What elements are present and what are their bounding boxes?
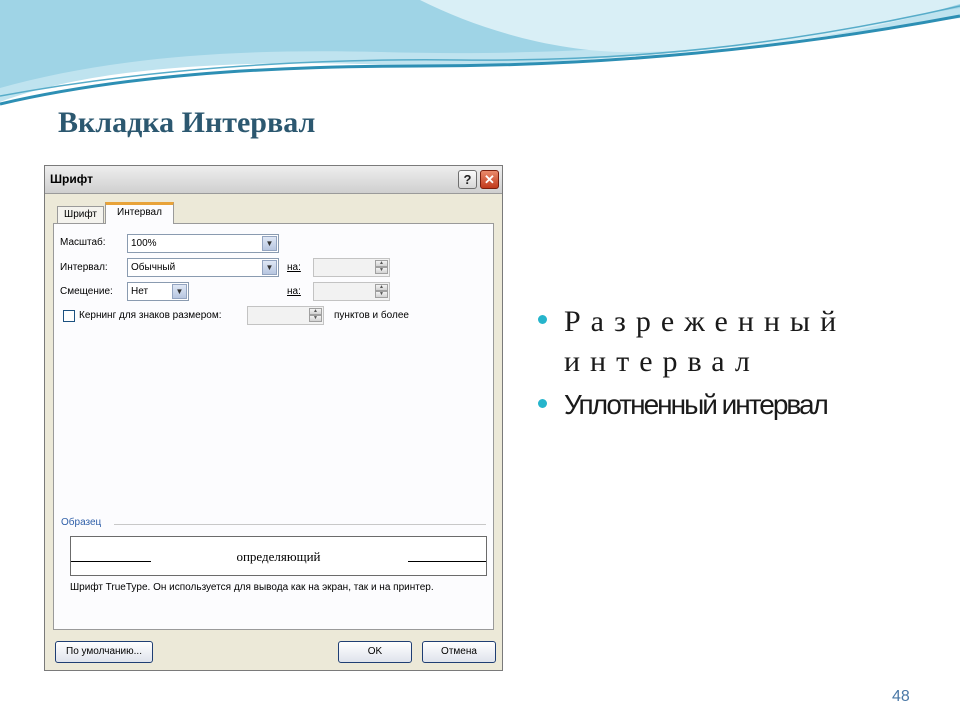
- preview-sample-text: определяющий: [236, 549, 321, 564]
- question-mark-icon: ?: [463, 172, 472, 187]
- chevron-down-icon[interactable]: ▼: [172, 284, 187, 299]
- position-value: Нет: [131, 286, 149, 297]
- bullet-text: Уплотненный интервал: [564, 389, 829, 420]
- position-by-spinner[interactable]: ▲ ▼: [313, 282, 390, 301]
- position-by-label: на:: [287, 286, 301, 297]
- bullet-text: Разреженный интервал: [564, 305, 847, 378]
- bullet-item: Разреженный интервал: [538, 302, 948, 382]
- spin-arrows-icon[interactable]: ▲ ▼: [375, 260, 388, 275]
- close-button[interactable]: ✕: [480, 170, 499, 189]
- preview-box: определяющий: [70, 536, 487, 576]
- position-label: Смещение:: [60, 286, 113, 297]
- ok-button[interactable]: OK: [338, 641, 412, 663]
- bullet-list: Разреженный интервал Уплотненный интерва…: [538, 302, 948, 422]
- font-dialog: Шрифт ? ✕ Шрифт Интервал Масштаб: 100% ▼…: [44, 165, 503, 671]
- kerning-suffix: пунктов и более: [334, 310, 409, 321]
- tab-font[interactable]: Шрифт: [57, 206, 104, 223]
- scale-value: 100%: [131, 238, 157, 249]
- bullet-item: Уплотненный интервал: [538, 388, 948, 422]
- preview-baseline-right: [408, 561, 486, 562]
- kerning-label: Кернинг для знаков размером:: [79, 310, 222, 321]
- chevron-down-icon[interactable]: ▼: [262, 260, 277, 275]
- spacing-value: Обычный: [131, 262, 176, 273]
- close-x-icon: ✕: [484, 172, 495, 187]
- position-combo[interactable]: Нет ▼: [127, 282, 189, 301]
- spacing-combo[interactable]: Обычный ▼: [127, 258, 279, 277]
- spacing-by-label: на:: [287, 262, 301, 273]
- help-button[interactable]: ?: [458, 170, 477, 189]
- spin-arrows-icon[interactable]: ▲ ▼: [309, 308, 322, 323]
- bullet-dot-icon: [538, 315, 547, 324]
- dialog-title: Шрифт: [50, 172, 93, 186]
- header-wave-decoration: [0, 0, 960, 106]
- cancel-button[interactable]: Отмена: [422, 641, 496, 663]
- tab-spacing[interactable]: Интервал: [105, 202, 174, 224]
- kerning-spinner[interactable]: ▲ ▼: [247, 306, 324, 325]
- spacing-tab-panel: Масштаб: 100% ▼ Интервал: Обычный ▼ на: …: [53, 223, 494, 630]
- chevron-down-icon[interactable]: ▼: [262, 236, 277, 251]
- divider: [114, 524, 486, 525]
- scale-label: Масштаб:: [60, 237, 106, 248]
- dialog-titlebar: Шрифт ? ✕: [45, 166, 502, 194]
- spin-arrows-icon[interactable]: ▲ ▼: [375, 284, 388, 299]
- slide-title: Вкладка Интервал: [58, 106, 316, 139]
- kerning-checkbox[interactable]: [63, 310, 75, 322]
- page-number: 48: [892, 688, 910, 705]
- bullet-dot-icon: [538, 399, 547, 408]
- default-button[interactable]: По умолчанию...: [55, 641, 153, 663]
- scale-combo[interactable]: 100% ▼: [127, 234, 279, 253]
- spacing-label: Интервал:: [60, 262, 108, 273]
- spacing-by-spinner[interactable]: ▲ ▼: [313, 258, 390, 277]
- preview-group-title: Образец: [61, 517, 105, 528]
- preview-note: Шрифт TrueType. Он используется для выво…: [70, 582, 434, 593]
